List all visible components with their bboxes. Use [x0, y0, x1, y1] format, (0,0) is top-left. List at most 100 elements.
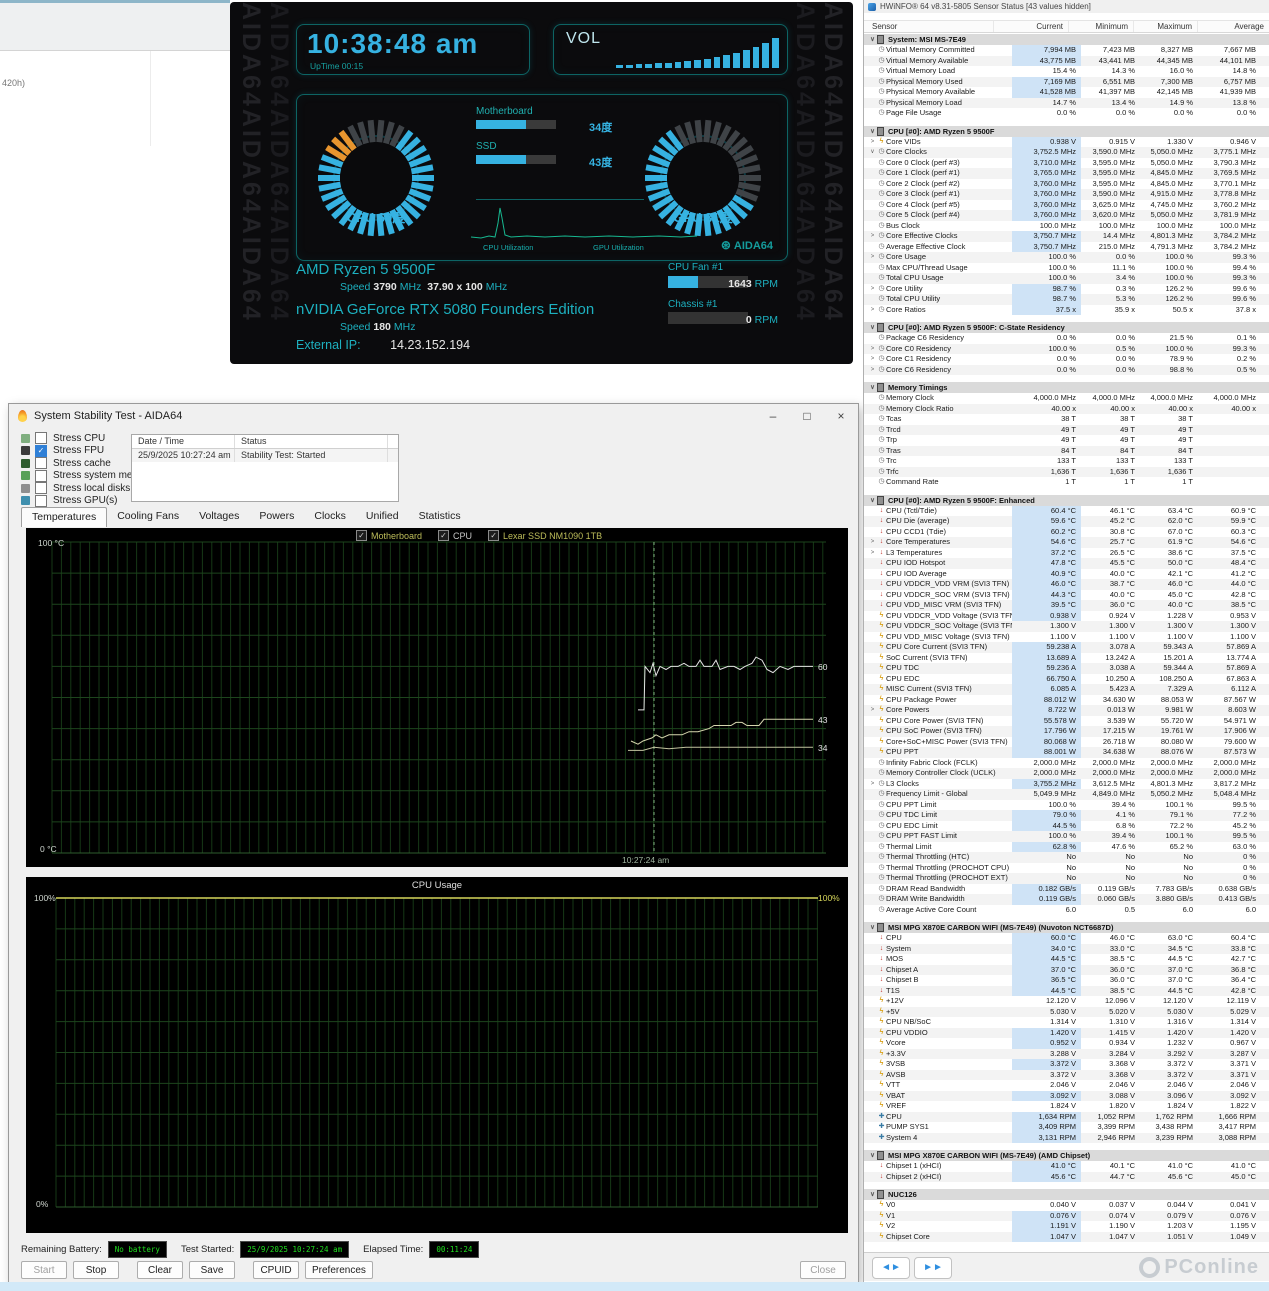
sensor-row[interactable]: ◷ CPU EDC Limit 44.5 % 6.8 % 72.2 % 45.2 % [864, 820, 1269, 831]
sensor-row[interactable]: ↓ CPU CCD1 (Tdie) 60.2 °C 30.8 °C 67.0 °C 60.… [864, 526, 1269, 537]
sensor-row[interactable]: ↓ CPU VDD_MISC VRM (SVI3 TFN) 39.5 °C 36.0 … [864, 600, 1269, 611]
sensor-row[interactable]: ↓ CPU VDDCR_SOC VRM (SVI3 TFN) 44.3 °C 40.0… [864, 589, 1269, 600]
sensor-row[interactable]: ◷ Physical Memory Load 14.7 % 13.4 % 14.9 % 1… [864, 97, 1269, 108]
sensor-row[interactable]: ◷ Infinity Fabric Clock (FCLK) 2,000.0 MHz… [864, 758, 1269, 769]
sensor-row[interactable]: ✚ PUMP SYS1 3,409 RPM 3,399 RPM 3,438 RPM 3,4… [864, 1122, 1269, 1133]
sensor-row[interactable]: ◷ Virtual Memory Available 43,775 MB 43,441… [864, 55, 1269, 66]
sensor-row[interactable]: > ◷ Core C6 Residency 0.0 % 0.0 % 98.8 % 0.5 % [864, 364, 1269, 375]
sensor-row[interactable]: ◷ Average Active Core Count 6.0 0.5 6.0 6.0 [864, 905, 1269, 916]
sensor-section-header[interactable]: ∨ NUC126 [864, 1189, 1269, 1200]
sensor-row[interactable]: > ◷ Core Utility 98.7 % 0.3 % 126.2 % 99.6 % [864, 283, 1269, 294]
sensor-row[interactable]: > ◷ Core C0 Residency 100.0 % 0.5 % 100.0 % 99… [864, 343, 1269, 354]
sensor-row[interactable]: ϟ +5V 5.030 V 5.020 V 5.030 V 5.029 V [864, 1006, 1269, 1017]
sensor-row[interactable]: ↓ CPU VDDCR_VDD VRM (SVI3 TFN) 46.0 °C 38.7… [864, 579, 1269, 590]
sensor-row[interactable]: ϟ V0 0.040 V 0.037 V 0.044 V 0.041 V [864, 1200, 1269, 1211]
maximize-button[interactable]: □ [790, 409, 824, 423]
stress-local-disks-checkbox[interactable] [35, 482, 47, 495]
stress-cache-checkbox[interactable] [35, 457, 47, 470]
sensor-row[interactable]: ↓ CPU 60.0 °C 46.0 °C 63.0 °C 60.4 °C [864, 933, 1269, 944]
sensor-row[interactable]: ↓ Chipset 2 (xHCI) 45.6 °C 44.7 °C 45.6 °C 45… [864, 1171, 1269, 1182]
sensor-row[interactable]: ◷ DRAM Write Bandwidth 0.119 GB/s 0.060 GB/… [864, 894, 1269, 905]
sensor-row[interactable]: ◷ CPU TDC Limit 79.0 % 4.1 % 79.1 % 77.2 % [864, 810, 1269, 821]
sensor-section-header[interactable]: ∨ Memory Timings [864, 382, 1269, 393]
sensor-row[interactable]: ◷ Trp 49 T 49 T 49 T [864, 435, 1269, 446]
sensor-row[interactable]: ϟ 3VSB 3.372 V 3.368 V 3.372 V 3.371 V [864, 1059, 1269, 1070]
sensor-row[interactable]: ↓ CPU IOD Average 40.9 °C 40.0 °C 42.1 °C 41.… [864, 568, 1269, 579]
sensor-row[interactable]: ◷ Trcd 49 T 49 T 49 T [864, 424, 1269, 435]
sensor-row[interactable]: ϟ Chipset Core 1.047 V 1.047 V 1.051 V 1.049 … [864, 1231, 1269, 1242]
sensor-row[interactable]: ◷ Physical Memory Available 41,528 MB 41,39… [864, 87, 1269, 98]
sensor-row[interactable]: ↓ T1S 44.5 °C 38.5 °C 44.5 °C 42.8 °C [864, 985, 1269, 996]
column-header-maximum[interactable]: Maximum [1133, 21, 1197, 32]
stress-cpu-checkbox[interactable] [35, 432, 47, 445]
sensor-row[interactable]: ↓ CPU Die (average) 59.6 °C 45.2 °C 62.0 °C 5… [864, 516, 1269, 527]
motherboard-legend-checkbox[interactable]: ✓ [356, 530, 367, 541]
stop-button[interactable]: Stop [73, 1261, 119, 1279]
sensor-row[interactable]: ϟ Vcore 0.952 V 0.934 V 1.232 V 0.967 V [864, 1038, 1269, 1049]
sensor-row[interactable]: ϟ CPU Core Current (SVI3 TFN) 59.238 A 3.07… [864, 642, 1269, 653]
sensor-row[interactable]: ◷ Memory Clock 4,000.0 MHz 4,000.0 MHz 4,000… [864, 393, 1269, 404]
sensor-row[interactable]: ϟ VTT 2.046 V 2.046 V 2.046 V 2.046 V [864, 1080, 1269, 1091]
stress-system-memory-checkbox[interactable] [35, 469, 47, 482]
save-button[interactable]: Save [189, 1261, 235, 1279]
tab-powers[interactable]: Powers [249, 507, 304, 527]
sensor-row[interactable]: ◷ Tcas 38 T 38 T 38 T [864, 414, 1269, 425]
sensor-row[interactable]: ϟ Core+SoC+MISC Power (SVI3 TFN) 80.068 W2… [864, 736, 1269, 747]
sensor-row[interactable]: ◷ Core 3 Clock (perf #1) 3,760.0 MHz 3,590.… [864, 189, 1269, 200]
sensor-row[interactable]: ◷ Core 4 Clock (perf #5) 3,760.0 MHz 3,625.… [864, 199, 1269, 210]
cpu-legend-checkbox[interactable]: ✓ [438, 530, 450, 541]
sensor-row[interactable]: ϟ CPU Package Power 88.012 W 34.630 W 88.053… [864, 694, 1269, 705]
sensor-row[interactable]: ϟ MISC Current (SVI3 TFN) 6.085 A 5.423 A 7.… [864, 684, 1269, 695]
sensor-section-header[interactable]: ∨ CPU [#0]: AMD Ryzen 5 9500F: Enhanced [864, 494, 1269, 506]
sensor-row[interactable]: ↓ CPU IOD Hotspot 47.8 °C 45.5 °C 50.0 °C 48.… [864, 558, 1269, 569]
sensor-row[interactable]: ◷ Trfc 1,636 T 1,636 T 1,636 T [864, 466, 1269, 477]
stress-gpu-s-checkbox[interactable] [35, 494, 47, 507]
sensor-row[interactable]: ◷ Max CPU/Thread Usage 100.0 % 11.1 % 100.0 … [864, 263, 1269, 274]
sensor-row[interactable]: ◷ Thermal Throttling (HTC) No No No 0 % [864, 852, 1269, 863]
sensor-row[interactable]: ◷ Total CPU Usage 100.0 % 3.4 % 100.0 % 99.3 … [864, 273, 1269, 284]
close-button[interactable]: × [824, 409, 858, 423]
sensor-row[interactable]: ϟ CPU Core Power (SVI3 TFN) 55.578 W 3.539 … [864, 715, 1269, 726]
sensor-row[interactable]: > ◷ Core C1 Residency 0.0 % 0.0 % 78.9 % 0.2 % [864, 354, 1269, 365]
sensor-row[interactable]: ↓ Chipset B 36.5 °C 36.0 °C 37.0 °C 36.4 °C [864, 975, 1269, 986]
stress-fpu-checkbox[interactable]: ✓ [35, 444, 47, 457]
sensor-row[interactable]: ◷ CPU PPT FAST Limit 100.0 % 39.4 % 100.1 % 9… [864, 831, 1269, 842]
sensor-row[interactable]: ◷ Trc 133 T 133 T 133 T [864, 456, 1269, 467]
sensor-row[interactable]: ◷ Thermal Throttling (PROCHOT EXT) No No No 0… [864, 873, 1269, 884]
tab-statistics[interactable]: Statistics [409, 507, 471, 527]
sensor-row[interactable]: ◷ Physical Memory Used 7,169 MB 6,551 MB 7,3… [864, 76, 1269, 87]
tab-cooling-fans[interactable]: Cooling Fans [107, 507, 189, 527]
start-button[interactable]: Start [21, 1261, 67, 1279]
sensor-row[interactable]: ϟ V2 1.191 V 1.190 V 1.203 V 1.195 V [864, 1221, 1269, 1232]
sensor-row[interactable]: > ↓ Core Temperatures 54.6 °C 25.7 °C 61.9 °C… [864, 537, 1269, 548]
tab-temperatures[interactable]: Temperatures [21, 507, 108, 527]
sensor-row[interactable]: ∨ ◷ Core Clocks 3,752.5 MHz 3,590.0 MHz 5,050… [864, 147, 1269, 158]
sensor-row[interactable]: ◷ Bus Clock 100.0 MHz 100.0 MHz 100.0 MHz 100… [864, 221, 1269, 232]
sensor-row[interactable]: > ϟ Core Powers 8.722 W 0.013 W 9.981 W 8.603 … [864, 705, 1269, 716]
tab-voltages[interactable]: Voltages [189, 507, 249, 527]
sensor-row[interactable]: ϟ CPU VDDCR_VDD Voltage (SVI3 TFN) 0.938 V… [864, 610, 1269, 621]
sensor-row[interactable]: > ◷ Core Usage 100.0 % 0.0 % 100.0 % 99.3 % [864, 252, 1269, 263]
sensor-row[interactable]: ◷ Virtual Memory Load 15.4 % 14.3 % 16.0 % 14… [864, 66, 1269, 77]
sensor-row[interactable]: ◷ Thermal Limit 62.8 % 47.6 % 65.2 % 63.0 % [864, 841, 1269, 852]
sensor-row[interactable]: ◷ Memory Controller Clock (UCLK) 2,000.0 M… [864, 768, 1269, 779]
sensor-row[interactable]: > ◷ Core Ratios 37.5 x 35.9 x 50.5 x 37.8 x [864, 304, 1269, 315]
sensor-row[interactable]: > ◷ Core Effective Clocks 3,750.7 MHz 14.4 M… [864, 231, 1269, 242]
sensor-row[interactable]: ↓ Chipset A 37.0 °C 36.0 °C 37.0 °C 36.8 °C [864, 964, 1269, 975]
sensor-section-header[interactable]: ∨ CPU [#0]: AMD Ryzen 5 9500F [864, 125, 1269, 137]
sensor-row[interactable]: ◷ Core 5 Clock (perf #4) 3,760.0 MHz 3,620.… [864, 210, 1269, 221]
sensor-row[interactable]: > ◷ L3 Clocks 3,755.2 MHz 3,612.5 MHz 4,801.3… [864, 778, 1269, 789]
column-header-current[interactable]: Current [993, 21, 1068, 32]
sensor-row[interactable]: ϟ CPU EDC 66.750 A 10.250 A 108.250 A 67.863 … [864, 673, 1269, 684]
sensor-row[interactable]: > ↓ L3 Temperatures 37.2 °C 26.5 °C 38.6 °C 37… [864, 547, 1269, 558]
sensor-row[interactable]: ϟ SoC Current (SVI3 TFN) 13.689 A 13.242 A1… [864, 652, 1269, 663]
sensor-row[interactable]: ↓ Chipset 1 (xHCI) 41.0 °C 40.1 °C 41.0 °C 41… [864, 1161, 1269, 1172]
sensor-row[interactable]: ϟ VBAT 3.092 V 3.088 V 3.096 V 3.092 V [864, 1090, 1269, 1101]
sensor-row[interactable]: ϟ CPU PPT 88.001 W 34.638 W 88.076 W 87.573 W [864, 747, 1269, 758]
titlebar[interactable]: System Stability Test - AIDA64 – □ × [9, 404, 858, 427]
sensor-row[interactable]: ◷ Package C6 Residency 0.0 % 0.0 % 21.5 % 0.1… [864, 333, 1269, 344]
column-header-minimum[interactable]: Minimum [1068, 21, 1133, 32]
sensor-row[interactable]: ϟ CPU NB/SoC 1.314 V 1.310 V 1.316 V 1.314 V [864, 1017, 1269, 1028]
tab-clocks[interactable]: Clocks [304, 507, 356, 527]
sensor-row[interactable]: ϟ CPU SoC Power (SVI3 TFN) 17.796 W 17.215 … [864, 726, 1269, 737]
